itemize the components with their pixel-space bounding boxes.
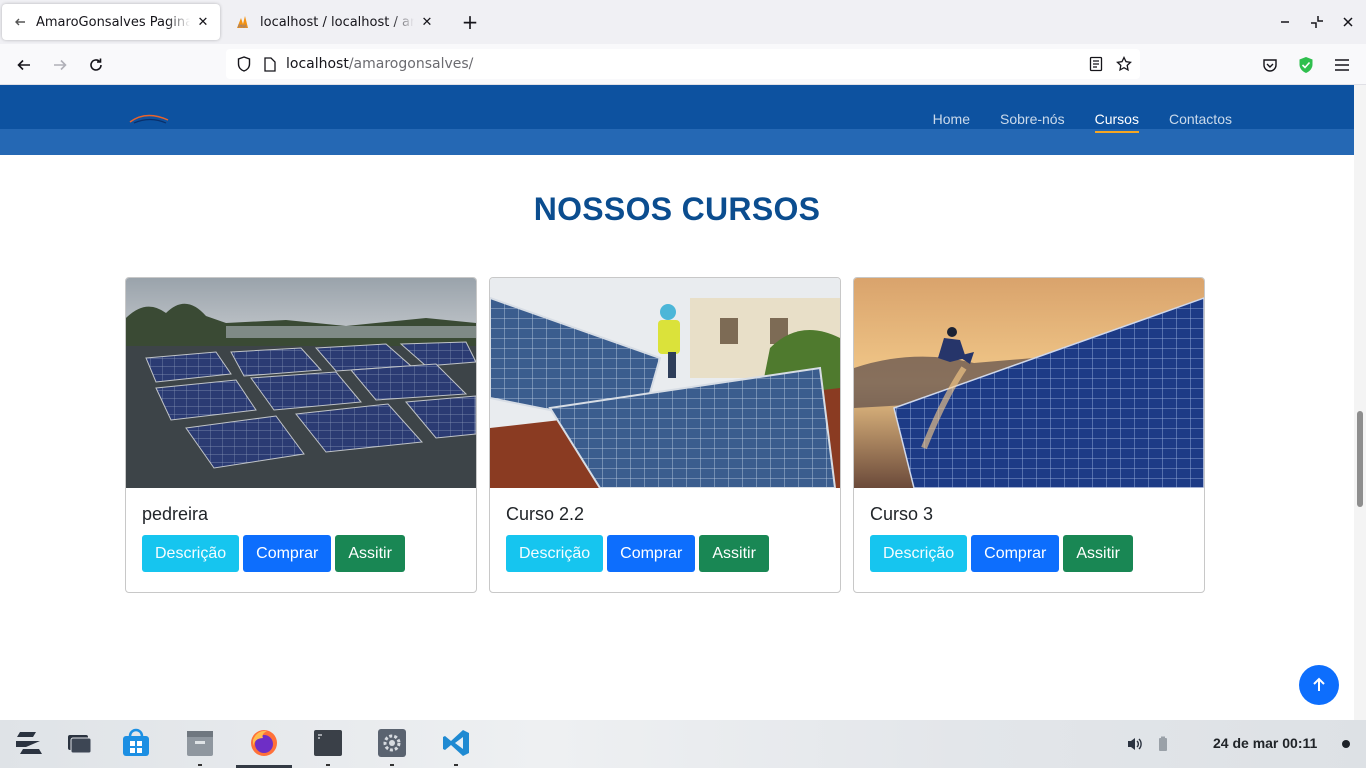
description-button[interactable]: Descrição <box>506 535 604 572</box>
url-text: localhost/amarogonsalves/ <box>286 56 473 72</box>
tab-title: AmaroGonsalves Pagina Inicial <box>36 14 190 30</box>
terminal-icon[interactable] <box>313 728 343 758</box>
phpmyadmin-icon: PMA <box>236 14 252 30</box>
close-window-icon[interactable] <box>1336 10 1360 34</box>
pocket-icon[interactable] <box>1257 52 1283 78</box>
course-actions: Descrição Comprar Assitir <box>870 535 1133 572</box>
arrow-up-icon <box>1313 677 1325 691</box>
svg-text:PMA: PMA <box>238 24 247 29</box>
running-indicator <box>454 764 458 766</box>
web-page: Home Sobre-nós Cursos Contactos NOSSOS C… <box>0 85 1354 720</box>
firefox-icon[interactable] <box>249 728 279 758</box>
course-title: Curso 3 <box>870 504 934 524</box>
buy-button[interactable]: Comprar <box>971 535 1060 572</box>
watch-button[interactable]: Assitir <box>335 535 405 572</box>
back-to-top-button[interactable] <box>1299 665 1339 705</box>
restore-icon[interactable] <box>1305 10 1329 34</box>
minimize-icon[interactable] <box>1273 10 1297 34</box>
forward-icon[interactable] <box>47 52 73 78</box>
reload-icon[interactable] <box>83 52 109 78</box>
nav-home[interactable]: Home <box>933 111 970 133</box>
notification-dot-icon[interactable] <box>1336 734 1356 754</box>
tab-phpmyadmin[interactable]: PMA localhost / localhost / amarogonsalv… <box>226 4 444 40</box>
volume-icon[interactable] <box>1125 734 1145 754</box>
watch-button[interactable]: Assitir <box>1063 535 1133 572</box>
reader-view-icon[interactable] <box>1086 54 1106 74</box>
adblock-shield-icon[interactable] <box>1293 52 1319 78</box>
tab-amarogonsalves[interactable]: AmaroGonsalves Pagina Inicial ✕ <box>2 4 220 40</box>
running-indicator <box>390 764 394 766</box>
url-host: localhost <box>286 56 349 72</box>
description-button[interactable]: Descrição <box>870 535 968 572</box>
loading-arrow-icon <box>12 14 28 30</box>
back-icon[interactable] <box>11 52 37 78</box>
zorin-menu-icon[interactable] <box>13 728 43 758</box>
scrollbar-thumb[interactable] <box>1357 411 1363 507</box>
page-scrollbar[interactable] <box>1354 85 1366 720</box>
section-title: NOSSOS CURSOS <box>533 191 821 227</box>
course-actions: Descrição Comprar Assitir <box>506 535 769 572</box>
close-tab-icon[interactable]: ✕ <box>418 13 436 31</box>
workspaces-icon[interactable] <box>65 728 95 758</box>
site-logo[interactable] <box>124 111 174 125</box>
buy-button[interactable]: Comprar <box>243 535 332 572</box>
vscode-icon[interactable] <box>441 728 471 758</box>
hamburger-menu-icon[interactable] <box>1329 52 1355 78</box>
running-indicator <box>326 764 330 766</box>
nav-sobre-nos[interactable]: Sobre-nós <box>1000 111 1065 133</box>
browser-toolbar: localhost/amarogonsalves/ <box>0 44 1366 85</box>
taskbar: 24 de mar 00:11 <box>0 720 1366 768</box>
new-tab-button[interactable]: + <box>458 10 482 34</box>
course-title: pedreira <box>142 504 209 524</box>
shield-icon[interactable] <box>234 54 254 74</box>
taskbar-clock[interactable]: 24 de mar 00:11 <box>1213 735 1317 751</box>
site-nav: Home Sobre-nós Cursos Contactos <box>933 111 1232 133</box>
watch-button[interactable]: Assitir <box>699 535 769 572</box>
settings-icon[interactable] <box>377 728 407 758</box>
software-store-icon[interactable] <box>121 728 151 758</box>
solar-panels-sunset-photo <box>854 278 1204 488</box>
page-icon[interactable] <box>260 54 280 74</box>
course-card: Curso 3 Descrição Comprar Assitir <box>853 277 1205 593</box>
bookmark-star-icon[interactable] <box>1114 54 1134 74</box>
nav-contactos[interactable]: Contactos <box>1169 111 1232 133</box>
course-title: Curso 2.2 <box>506 504 585 524</box>
address-bar[interactable]: localhost/amarogonsalves/ <box>226 49 1140 79</box>
url-path: /amarogonsalves/ <box>348 56 474 72</box>
site-header: Home Sobre-nós Cursos Contactos <box>0 85 1354 155</box>
browser-tab-bar: AmaroGonsalves Pagina Inicial ✕ PMA loca… <box>0 0 1366 44</box>
course-card: Curso 2.2 Descrição Comprar Assitir <box>489 277 841 593</box>
close-tab-icon[interactable]: ✕ <box>194 13 212 31</box>
battery-icon[interactable] <box>1153 734 1173 754</box>
course-actions: Descrição Comprar Assitir <box>142 535 405 572</box>
solar-panel-installation-photo <box>490 278 840 488</box>
nav-cursos[interactable]: Cursos <box>1094 111 1140 133</box>
files-icon[interactable] <box>185 728 215 758</box>
running-indicator <box>198 764 202 766</box>
buy-button[interactable]: Comprar <box>607 535 696 572</box>
description-button[interactable]: Descrição <box>142 535 240 572</box>
course-card: pedreira Descrição Comprar Assitir <box>125 277 477 593</box>
tab-title: localhost / localhost / amarogonsalves <box>260 14 414 30</box>
solar-panels-roof-photo <box>126 278 476 488</box>
